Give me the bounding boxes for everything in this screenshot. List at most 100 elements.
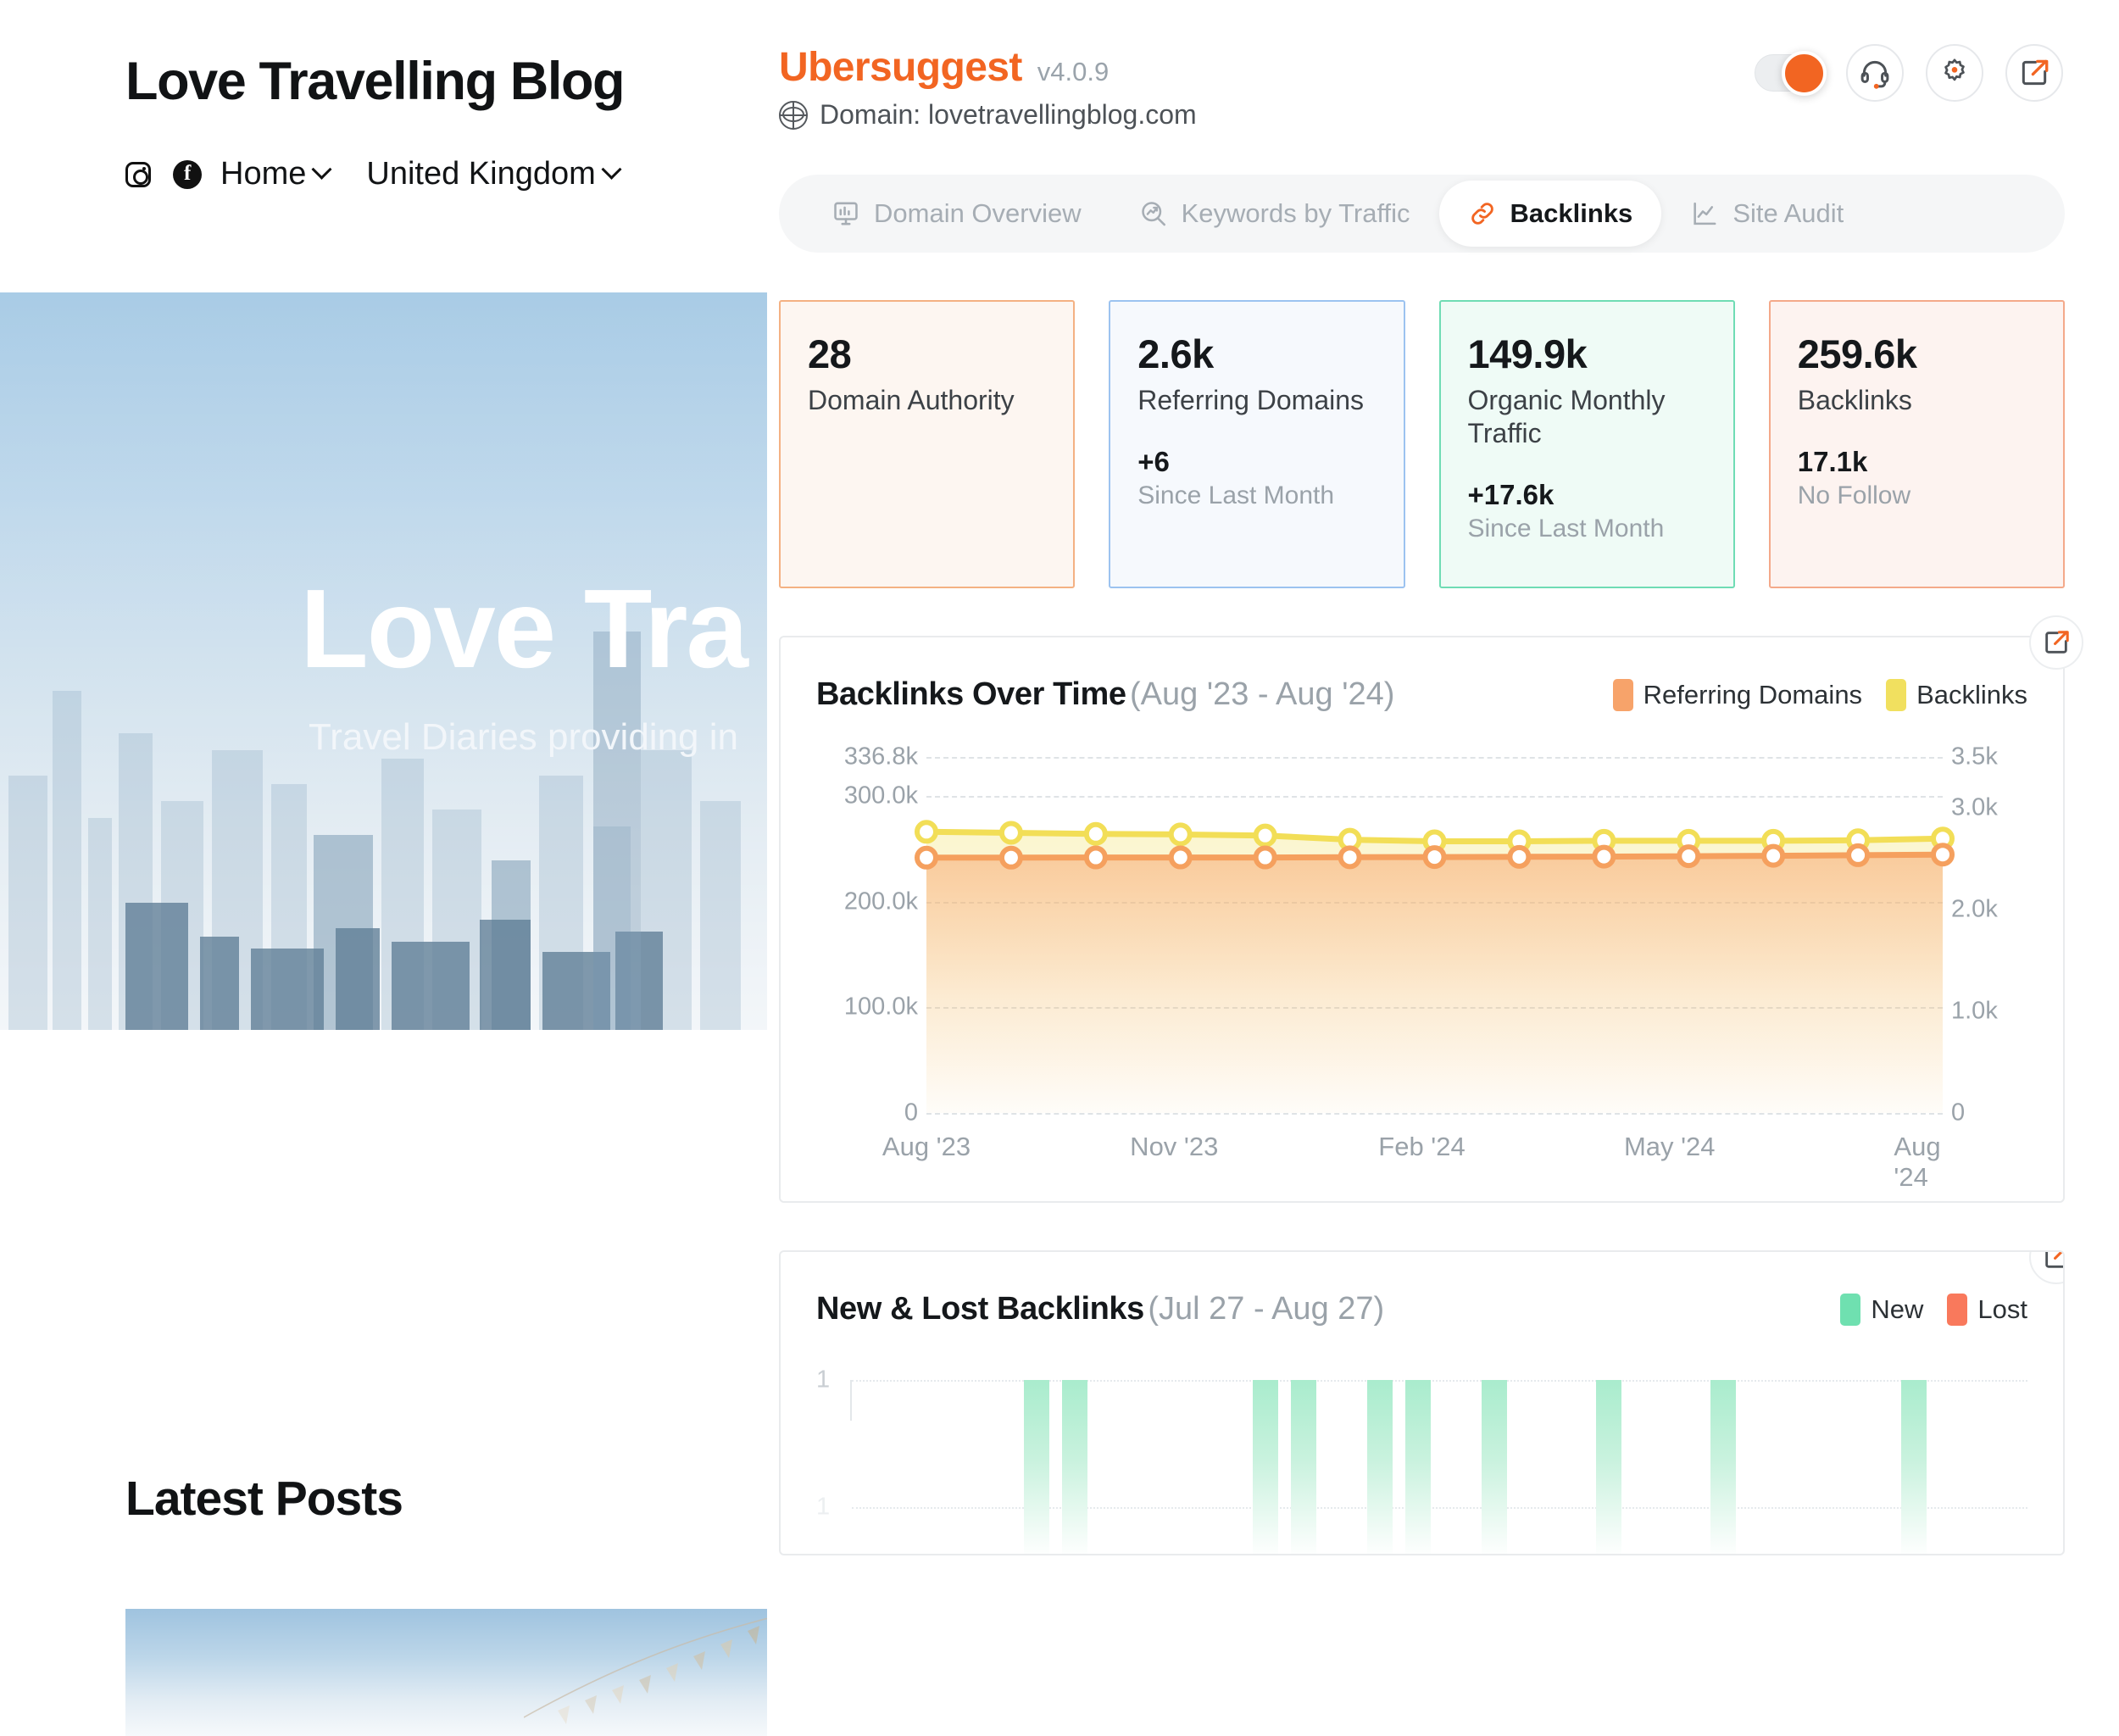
bar-new[interactable] xyxy=(1596,1380,1621,1555)
nav-item-home[interactable]: Home xyxy=(220,156,329,192)
metric-card-domain-authority[interactable]: 28 Domain Authority xyxy=(779,300,1075,588)
metric-value: 28 xyxy=(808,331,1046,377)
legend-label: Referring Domains xyxy=(1643,680,1862,710)
right-axis-tick: 2.0k xyxy=(1951,896,1998,924)
globe-icon xyxy=(779,101,808,130)
metric-delta: 17.1k xyxy=(1798,446,2036,478)
metric-sublabel: Since Last Month xyxy=(1137,481,1376,510)
metric-value: 259.6k xyxy=(1798,331,2036,377)
left-axis-tick: 0 xyxy=(904,1099,918,1127)
tab-keywords-by-traffic[interactable]: Keywords by Traffic xyxy=(1110,181,1439,247)
metric-delta: +17.6k xyxy=(1468,479,1706,511)
version-label: v4.0.9 xyxy=(1037,57,1109,87)
chart-title-wrap: New & Lost Backlinks (Jul 27 - Aug 27) xyxy=(816,1291,1384,1327)
nav-item-united-kingdom[interactable]: United Kingdom xyxy=(366,156,618,192)
metric-label: Organic Monthly Traffic xyxy=(1468,384,1706,450)
monitor-chart-icon xyxy=(831,199,860,228)
bar-new[interactable] xyxy=(1901,1380,1927,1555)
metric-label: Backlinks xyxy=(1798,384,2036,417)
site-nav: Home United Kingdom xyxy=(125,156,767,192)
left-axis-tick: 300.0k xyxy=(844,782,918,810)
chart-range: (Aug '23 - Aug '24) xyxy=(1130,676,1394,712)
hero-heading: Love Tra xyxy=(300,565,747,693)
headset-icon xyxy=(1859,57,1891,89)
legend-label: Lost xyxy=(1977,1294,2027,1325)
external-link-icon xyxy=(2042,1250,2065,1271)
bar-new[interactable] xyxy=(1253,1380,1278,1555)
x-tick: Feb '24 xyxy=(1378,1132,1465,1162)
mode-toggle[interactable] xyxy=(1755,54,1824,92)
bar-new[interactable] xyxy=(1367,1380,1393,1555)
legend-swatch xyxy=(1886,679,1906,711)
tab-domain-overview-label: Domain Overview xyxy=(874,198,1082,229)
chart-range: (Jul 27 - Aug 27) xyxy=(1148,1291,1384,1327)
legend-item-new[interactable]: New xyxy=(1840,1294,1923,1326)
tab-site-audit[interactable]: Site Audit xyxy=(1661,181,1872,247)
toggle-knob xyxy=(1782,51,1827,96)
right-axis: 3.5k 3.0k 2.0k 1.0k 0 xyxy=(1951,757,2027,1113)
tab-domain-overview[interactable]: Domain Overview xyxy=(803,181,1110,247)
bar-new[interactable] xyxy=(1062,1380,1087,1555)
metric-value: 149.9k xyxy=(1468,331,1706,377)
legend-item-lost[interactable]: Lost xyxy=(1947,1294,2027,1326)
open-external-button[interactable] xyxy=(2005,44,2063,102)
right-axis-tick: 3.0k xyxy=(1951,794,1998,822)
line-datapoints-svg xyxy=(926,757,1943,1113)
x-tick: Aug '24 xyxy=(1894,1132,1940,1193)
expand-chart-button[interactable] xyxy=(2029,1250,2065,1284)
hero-text: Love Tra Travel Diaries providing in xyxy=(0,292,767,1030)
metric-card-organic-monthly-traffic[interactable]: 149.9k Organic Monthly Traffic +17.6k Si… xyxy=(1439,300,1735,588)
settings-button[interactable] xyxy=(1926,44,1983,102)
line-chart-plot: 336.8k 300.0k 200.0k 100.0k 0 3.5k 3.0k … xyxy=(816,757,2027,1113)
chevron-down-icon xyxy=(601,159,621,180)
metric-card-backlinks[interactable]: 259.6k Backlinks 17.1k No Follow xyxy=(1769,300,2065,588)
hero-banner: Love Tra Travel Diaries providing in xyxy=(0,292,767,1030)
header-actions xyxy=(1755,44,2065,102)
tab-bar: Domain Overview Keywords by Traffic xyxy=(779,175,2065,253)
legend-label: Backlinks xyxy=(1916,680,2027,710)
bar-new[interactable] xyxy=(1291,1380,1316,1555)
left-axis: 336.8k 300.0k 200.0k 100.0k 0 xyxy=(816,757,918,1113)
nav-item-united-kingdom-label: United Kingdom xyxy=(366,156,595,192)
legend-item-backlinks[interactable]: Backlinks xyxy=(1886,679,2027,711)
left-axis-tick: 100.0k xyxy=(844,993,918,1021)
chart-header: New & Lost Backlinks (Jul 27 - Aug 27) N… xyxy=(816,1291,2027,1327)
bar-new[interactable] xyxy=(1482,1380,1507,1555)
right-axis-tick: 3.5k xyxy=(1951,743,1998,771)
metric-card-referring-domains[interactable]: 2.6k Referring Domains +6 Since Last Mon… xyxy=(1109,300,1404,588)
legend-swatch xyxy=(1947,1294,1967,1326)
site-header: Love Travelling Blog Home United Kingdom xyxy=(0,0,767,192)
tab-keywords-by-traffic-label: Keywords by Traffic xyxy=(1182,198,1410,229)
expand-chart-button[interactable] xyxy=(2029,615,2083,670)
metric-label: Domain Authority xyxy=(808,384,1046,417)
prayer-flags-icon xyxy=(524,1616,767,1734)
bar-new[interactable] xyxy=(1710,1380,1736,1555)
x-tick: May '24 xyxy=(1624,1132,1716,1162)
domain-row: Domain: lovetravellingblog.com xyxy=(779,99,1197,131)
instagram-icon[interactable] xyxy=(125,162,173,187)
legend-swatch xyxy=(1613,679,1633,711)
x-axis-labels: Aug '23 Nov '23 Feb '24 May '24 Aug '24 xyxy=(926,1120,1917,1171)
chevron-down-icon xyxy=(312,159,332,180)
support-headset-button[interactable] xyxy=(1846,44,1904,102)
right-axis-tick: 0 xyxy=(1951,1099,1965,1127)
x-tick: Nov '23 xyxy=(1130,1132,1218,1162)
legend-item-referring-domains[interactable]: Referring Domains xyxy=(1613,679,1862,711)
tab-site-audit-label: Site Audit xyxy=(1732,198,1844,229)
x-tick: Aug '23 xyxy=(882,1132,971,1162)
bar-new[interactable] xyxy=(1405,1380,1431,1555)
bar-new[interactable] xyxy=(1024,1380,1049,1555)
facebook-icon[interactable] xyxy=(173,160,220,189)
magnifier-trend-icon xyxy=(1139,199,1168,228)
tab-backlinks[interactable]: Backlinks xyxy=(1439,181,1662,247)
app-root: Love Travelling Blog Home United Kingdom xyxy=(0,0,2119,1736)
metric-sublabel: Since Last Month xyxy=(1468,515,1706,543)
post-thumbnail[interactable] xyxy=(125,1609,767,1736)
brand-block: Ubersuggest v4.0.9 Domain: lovetravellin… xyxy=(767,44,1197,131)
backlinks-over-time-card: Backlinks Over Time (Aug '23 - Aug '24) … xyxy=(779,636,2065,1203)
left-axis-tick: 200.0k xyxy=(844,887,918,915)
y-tick: 1 xyxy=(816,1494,830,1522)
website-preview-pane: Love Travelling Blog Home United Kingdom xyxy=(0,0,767,1736)
link-chain-icon xyxy=(1468,199,1497,228)
external-link-icon xyxy=(2018,57,2050,89)
